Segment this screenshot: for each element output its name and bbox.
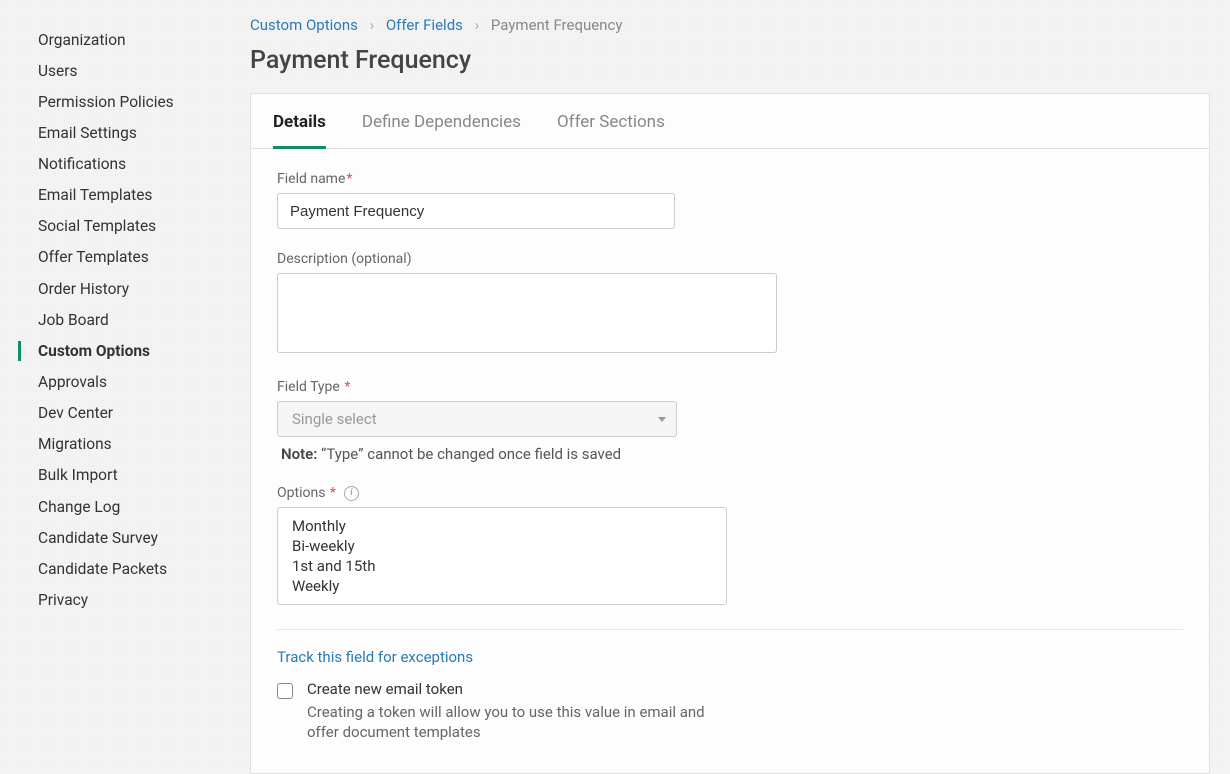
required-asterisk: * xyxy=(344,379,350,395)
description-textarea[interactable] xyxy=(277,273,777,353)
create-token-label: Create new email token xyxy=(307,680,707,698)
sidebar-item-permission-policies[interactable]: Permission Policies xyxy=(0,86,248,117)
tabs: Details Define Dependencies Offer Sections xyxy=(251,94,1209,149)
sidebar-item-privacy[interactable]: Privacy xyxy=(0,585,248,616)
sidebar-item-email-templates[interactable]: Email Templates xyxy=(0,180,248,211)
note-prefix: Note: xyxy=(281,445,317,463)
sidebar: OrganizationUsersPermission PoliciesEmai… xyxy=(0,0,248,774)
chevron-right-icon: › xyxy=(370,16,375,34)
sidebar-item-users[interactable]: Users xyxy=(0,55,248,86)
option-item: Bi-weekly xyxy=(292,536,712,556)
tab-offer-sections[interactable]: Offer Sections xyxy=(557,94,665,148)
sidebar-item-social-templates[interactable]: Social Templates xyxy=(0,211,248,242)
tab-define-dependencies[interactable]: Define Dependencies xyxy=(362,94,521,148)
sidebar-item-organization[interactable]: Organization xyxy=(0,24,248,55)
sidebar-item-job-board[interactable]: Job Board xyxy=(0,304,248,335)
create-token-checkbox[interactable] xyxy=(277,683,293,699)
divider xyxy=(277,629,1183,630)
breadcrumb-link-custom-options[interactable]: Custom Options xyxy=(250,16,358,34)
field-type-label: Field Type * xyxy=(277,379,1183,395)
field-type-group: Field Type * Single select Note: “Type” … xyxy=(277,379,1183,463)
note-text: “Type” cannot be changed once field is s… xyxy=(321,445,621,463)
breadcrumb-current: Payment Frequency xyxy=(491,16,623,34)
required-asterisk: * xyxy=(346,171,352,187)
sidebar-item-candidate-packets[interactable]: Candidate Packets xyxy=(0,553,248,584)
sidebar-item-approvals[interactable]: Approvals xyxy=(0,367,248,398)
sidebar-item-bulk-import[interactable]: Bulk Import xyxy=(0,460,248,491)
panel-body: Field name* Description (optional) Field… xyxy=(251,149,1209,773)
field-type-value: Single select xyxy=(292,410,377,428)
sidebar-item-notifications[interactable]: Notifications xyxy=(0,149,248,180)
field-name-group: Field name* xyxy=(277,171,1183,229)
option-item: 1st and 15th xyxy=(292,556,712,576)
create-token-row: Create new email token Creating a token … xyxy=(277,680,1183,743)
sidebar-item-offer-templates[interactable]: Offer Templates xyxy=(0,242,248,273)
field-type-note: Note: “Type” cannot be changed once fiel… xyxy=(277,445,1183,463)
breadcrumb-link-offer-fields[interactable]: Offer Fields xyxy=(386,16,463,34)
option-item: Weekly xyxy=(292,576,712,596)
label-text: Options xyxy=(277,485,325,501)
sidebar-item-order-history[interactable]: Order History xyxy=(0,273,248,304)
sidebar-item-candidate-survey[interactable]: Candidate Survey xyxy=(0,522,248,553)
page-title: Payment Frequency xyxy=(250,46,1210,75)
tab-details[interactable]: Details xyxy=(273,94,326,148)
option-item: Monthly xyxy=(292,516,712,536)
description-group: Description (optional) xyxy=(277,251,1183,357)
options-group: Options * i MonthlyBi-weekly1st and 15th… xyxy=(277,485,1183,605)
track-exceptions-link[interactable]: Track this field for exceptions xyxy=(277,648,473,666)
info-icon[interactable]: i xyxy=(344,486,359,501)
sidebar-item-email-settings[interactable]: Email Settings xyxy=(0,117,248,148)
create-token-description: Creating a token will allow you to use t… xyxy=(307,702,707,743)
field-name-label: Field name* xyxy=(277,171,1183,187)
options-box[interactable]: MonthlyBi-weekly1st and 15thWeekly xyxy=(277,507,727,605)
options-label: Options * xyxy=(277,485,336,501)
sidebar-item-dev-center[interactable]: Dev Center xyxy=(0,398,248,429)
chevron-right-icon: › xyxy=(475,16,480,34)
field-name-input[interactable] xyxy=(277,193,675,229)
sidebar-item-migrations[interactable]: Migrations xyxy=(0,429,248,460)
chevron-down-icon xyxy=(658,417,666,422)
label-text: Field Type xyxy=(277,379,340,395)
required-asterisk: * xyxy=(330,485,336,501)
field-type-select[interactable]: Single select xyxy=(277,401,677,437)
main-content: Custom Options › Offer Fields › Payment … xyxy=(248,0,1230,774)
sidebar-item-change-log[interactable]: Change Log xyxy=(0,491,248,522)
label-text: Field name xyxy=(277,171,345,187)
breadcrumb: Custom Options › Offer Fields › Payment … xyxy=(250,16,1210,34)
description-label: Description (optional) xyxy=(277,251,1183,267)
sidebar-item-custom-options[interactable]: Custom Options xyxy=(0,335,248,366)
panel: Details Define Dependencies Offer Sections… xyxy=(250,93,1210,774)
